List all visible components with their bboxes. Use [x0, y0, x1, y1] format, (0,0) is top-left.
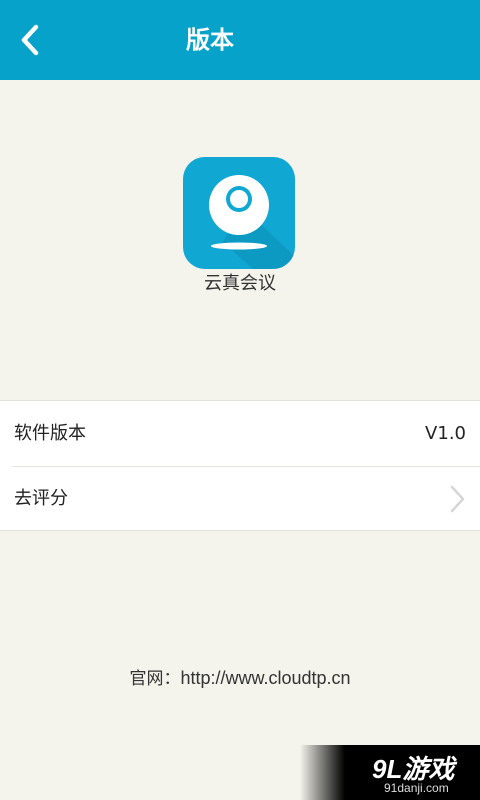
chevron-right-icon — [450, 485, 465, 513]
back-button[interactable] — [8, 18, 52, 62]
watermark-site: 91danji.com — [384, 781, 449, 795]
rate-app-row[interactable]: 去评分 — [0, 466, 480, 531]
app-icon — [183, 157, 295, 269]
watermark: 9L游戏 91danji.com — [300, 745, 480, 800]
software-version-row: 软件版本 V1.0 — [0, 401, 480, 466]
software-version-label: 软件版本 — [14, 423, 86, 444]
website-url[interactable]: http://www.cloudtp.cn — [180, 668, 350, 688]
page-title: 版本 — [186, 26, 234, 54]
software-version-value: V1.0 — [425, 423, 466, 444]
official-website: 官网：http://www.cloudtp.cn — [0, 664, 480, 692]
webcam-icon — [209, 175, 295, 269]
settings-list: 软件版本 V1.0 去评分 — [0, 400, 480, 531]
title-bar: 版本 — [0, 0, 480, 80]
rate-app-label: 去评分 — [14, 488, 68, 509]
website-label: 官网： — [129, 669, 181, 689]
chevron-left-icon — [21, 24, 39, 56]
app-name: 云真会议 — [204, 273, 276, 294]
